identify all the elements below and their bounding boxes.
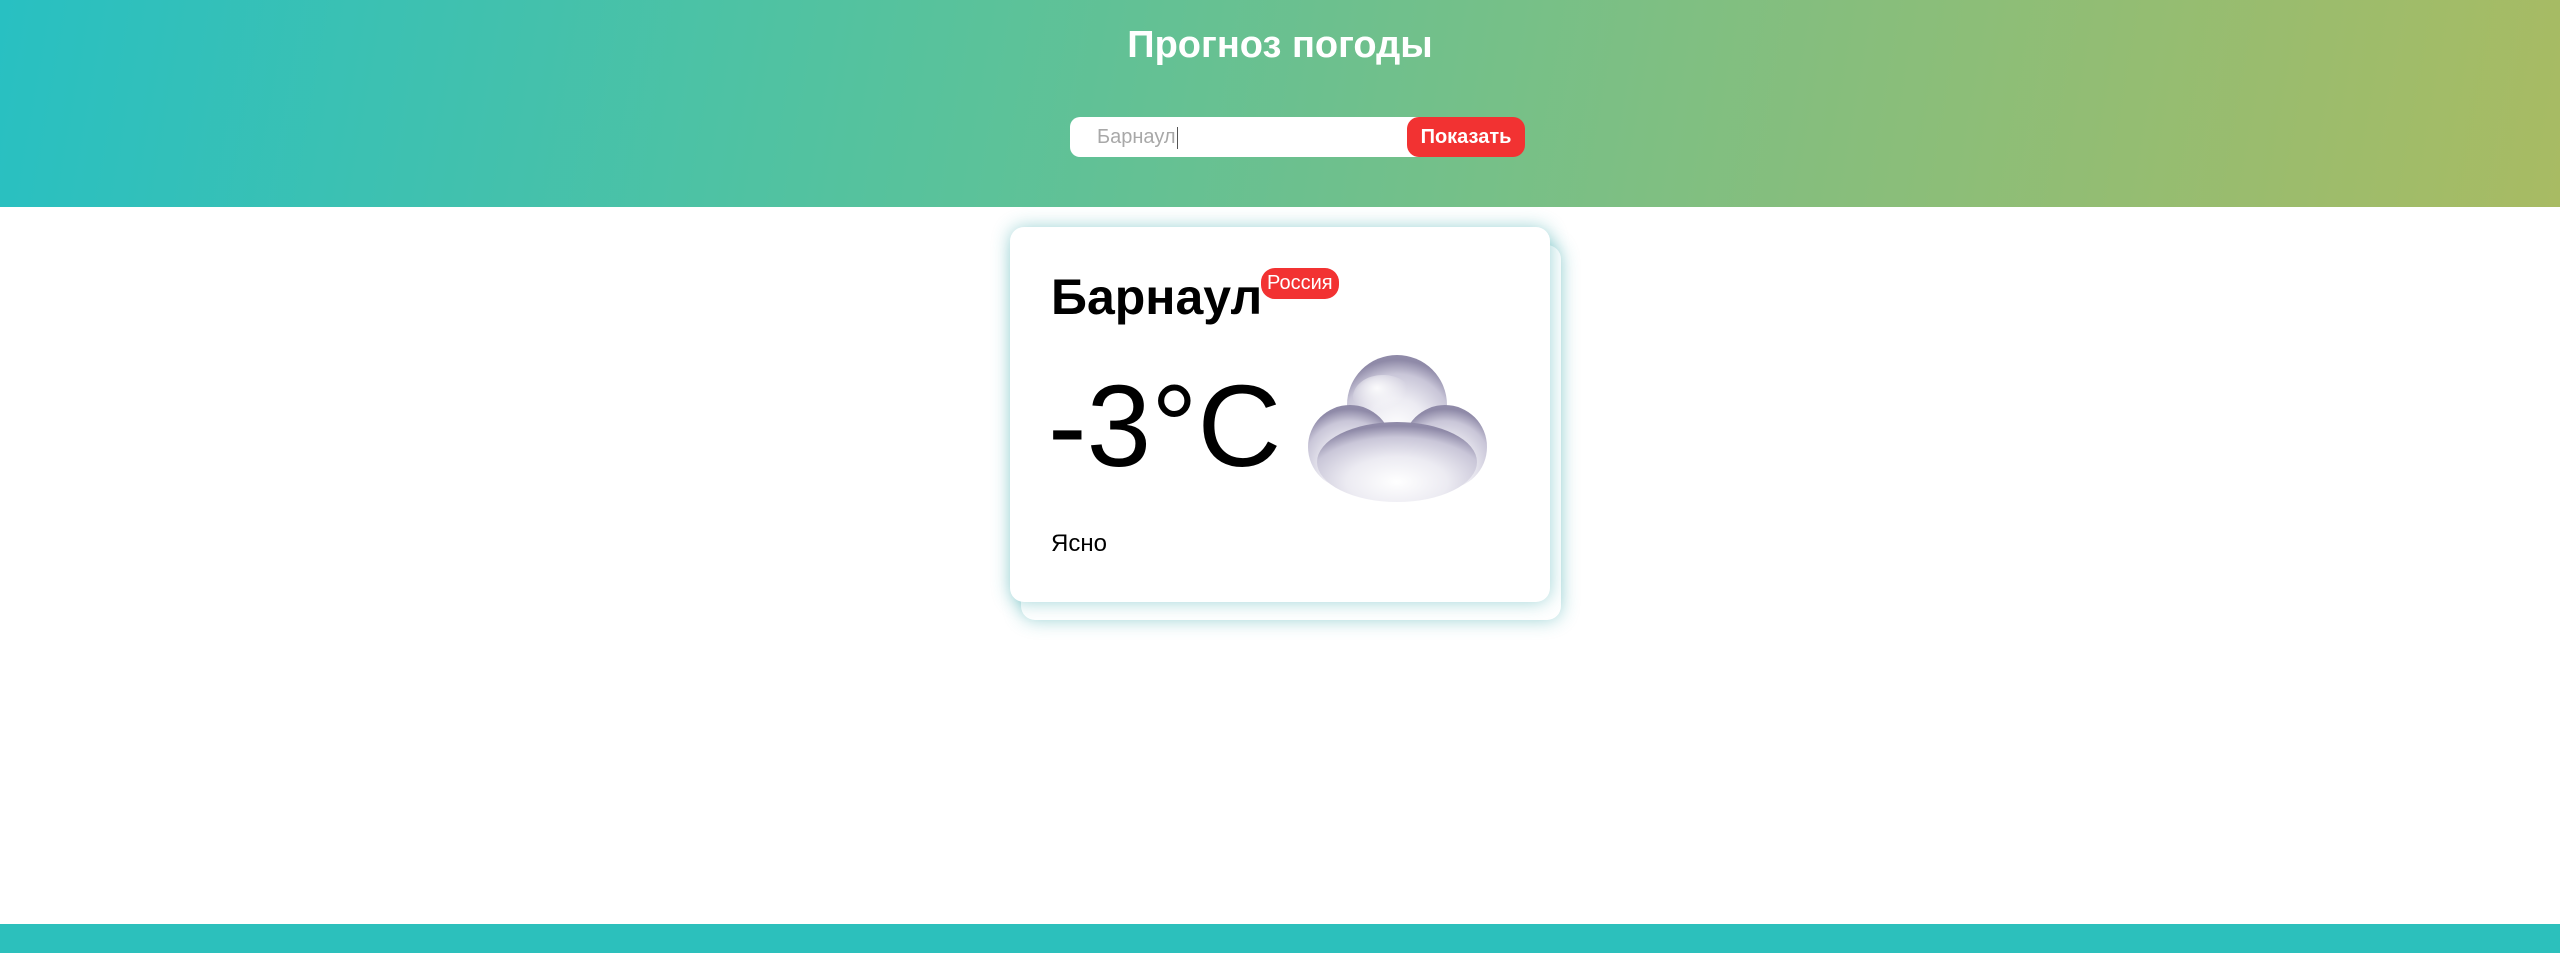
cloud-icon	[1308, 355, 1487, 502]
footer	[0, 924, 2560, 953]
page-title: Прогноз погоды	[1127, 24, 1433, 66]
search-input[interactable]: Барнаул	[1070, 117, 1430, 157]
city-name: Барнаул	[1051, 269, 1263, 325]
header: Прогноз погоды Барнаул Показать	[0, 0, 2560, 207]
search-input-value: Барнаул	[1097, 126, 1176, 148]
text-caret	[1176, 126, 1178, 149]
weather-card: Барнаул Россия -3°C Ясно	[1010, 227, 1550, 602]
temperature: -3°C	[1048, 361, 1282, 491]
show-button[interactable]: Показать	[1407, 117, 1525, 157]
country-badge: Россия	[1261, 268, 1339, 299]
search-form: Барнаул Показать	[1070, 117, 1525, 157]
weather-description: Ясно	[1051, 530, 1107, 557]
